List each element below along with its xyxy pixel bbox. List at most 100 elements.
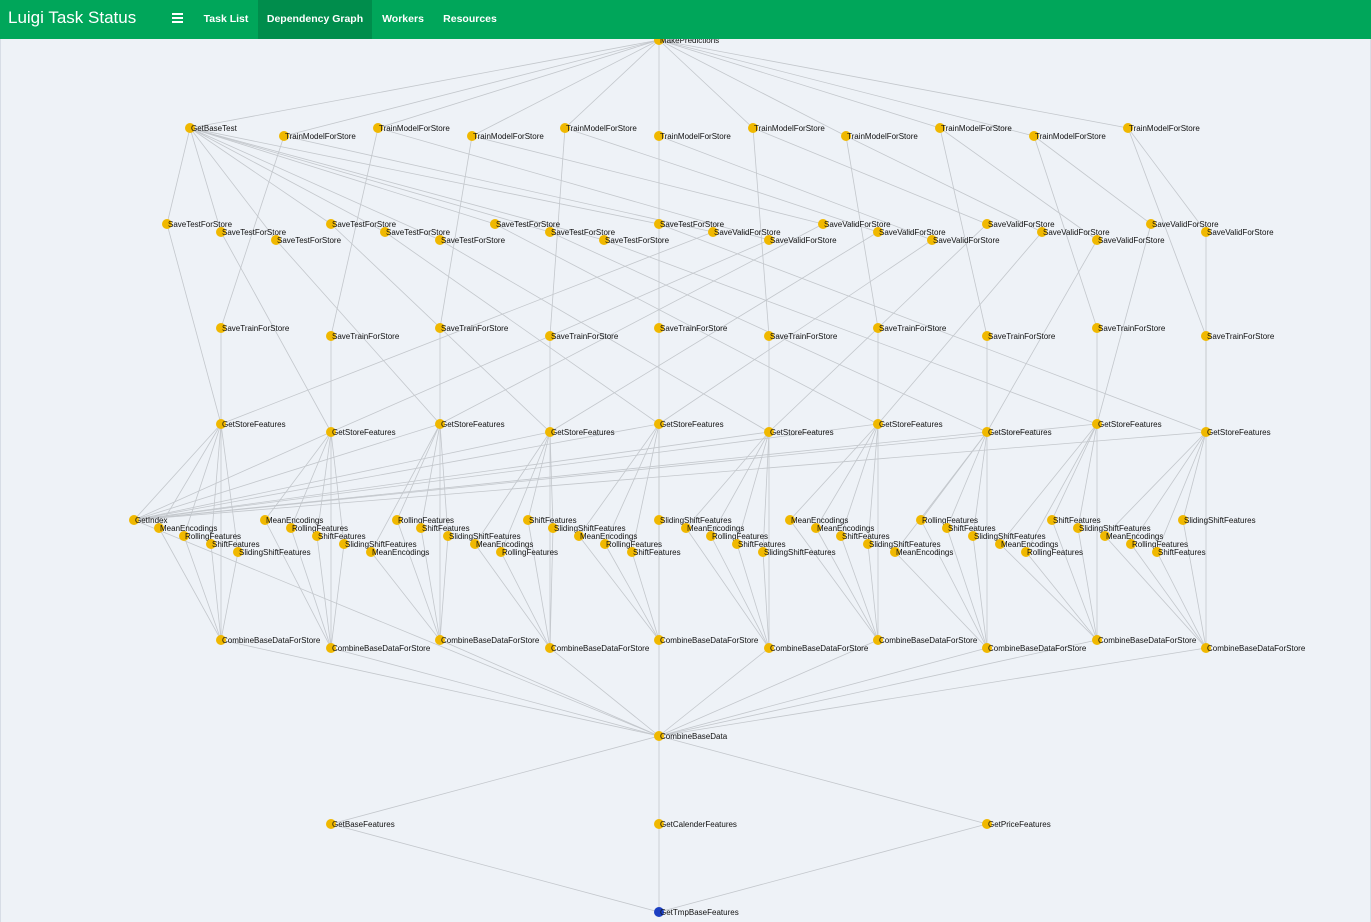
task-node-label[interactable]: TrainModelForStore [1129, 124, 1200, 133]
task-node[interactable]: CombineBaseDataForStore [545, 643, 650, 653]
task-node-label[interactable]: TrainModelForStore [473, 132, 544, 141]
task-node[interactable]: SaveTrainForStore [326, 331, 400, 341]
task-node-label[interactable]: GetStoreFeatures [332, 428, 396, 437]
task-node[interactable]: CombineBaseData [654, 731, 728, 741]
task-node[interactable]: CombineBaseDataForStore [873, 635, 978, 645]
task-node[interactable]: TrainModelForStore [279, 131, 356, 141]
task-node-label[interactable]: CombineBaseDataForStore [222, 636, 321, 645]
task-node[interactable]: TrainModelForStore [373, 123, 450, 133]
task-node[interactable]: TrainModelForStore [467, 131, 544, 141]
task-node-label[interactable]: RollingFeatures [502, 548, 558, 557]
task-node-label[interactable]: SaveTestForStore [441, 236, 506, 245]
task-node-label[interactable]: SaveTrainForStore [879, 324, 947, 333]
task-node[interactable]: SaveTestForStore [435, 235, 506, 245]
task-node-label[interactable]: SlidingShiftFeatures [1184, 516, 1256, 525]
task-node[interactable]: ShiftFeatures [627, 547, 681, 557]
task-node[interactable]: TrainModelForStore [748, 123, 825, 133]
task-node[interactable]: SaveTrainForStore [435, 323, 509, 333]
task-node-label[interactable]: MeanEncodings [896, 548, 953, 557]
hamburger-menu-icon[interactable] [172, 13, 183, 23]
task-node-label[interactable]: GetBaseTest [191, 124, 238, 133]
task-node[interactable]: GetTmpBaseFeatures [654, 907, 739, 917]
task-node[interactable]: SaveTrainForStore [1092, 323, 1166, 333]
task-node-label[interactable]: CombineBaseDataForStore [441, 636, 540, 645]
task-node[interactable]: SaveValidForStore [1092, 235, 1165, 245]
task-node-label[interactable]: GetStoreFeatures [551, 428, 615, 437]
task-node[interactable]: SaveValidForStore [764, 235, 837, 245]
task-node[interactable]: MakePredictions [654, 39, 719, 45]
task-node-label[interactable]: CombineBaseDataForStore [660, 636, 759, 645]
task-node-label[interactable]: SaveValidForStore [1098, 236, 1165, 245]
task-node-label[interactable]: TrainModelForStore [660, 132, 731, 141]
task-node[interactable]: CombineBaseDataForStore [764, 643, 869, 653]
task-node-label[interactable]: SaveTrainForStore [770, 332, 838, 341]
task-node[interactable]: GetStoreFeatures [654, 419, 724, 429]
task-node-label[interactable]: RollingFeatures [1027, 548, 1083, 557]
task-node[interactable]: GetStoreFeatures [1092, 419, 1162, 429]
task-node[interactable]: GetStoreFeatures [545, 427, 615, 437]
task-node-label[interactable]: SaveValidForStore [933, 236, 1000, 245]
task-node-label[interactable]: GetStoreFeatures [879, 420, 943, 429]
tab-resources[interactable]: Resources [436, 0, 504, 39]
task-node-label[interactable]: GetStoreFeatures [222, 420, 286, 429]
task-node-label[interactable]: SaveTrainForStore [441, 324, 509, 333]
task-node[interactable]: SaveValidForStore [927, 235, 1000, 245]
task-node-label[interactable]: GetStoreFeatures [660, 420, 724, 429]
task-node[interactable]: TrainModelForStore [560, 123, 637, 133]
task-node-label[interactable]: GetPriceFeatures [988, 820, 1051, 829]
task-node-label[interactable]: SaveValidForStore [770, 236, 837, 245]
task-node[interactable]: SaveTrainForStore [873, 323, 947, 333]
task-node-label[interactable]: GetStoreFeatures [441, 420, 505, 429]
task-node-label[interactable]: GetStoreFeatures [988, 428, 1052, 437]
task-node-label[interactable]: TrainModelForStore [566, 124, 637, 133]
task-node[interactable]: SaveTrainForStore [764, 331, 838, 341]
task-node[interactable]: TrainModelForStore [841, 131, 918, 141]
tab-task-list[interactable]: Task List [196, 0, 256, 39]
task-node[interactable]: GetPriceFeatures [982, 819, 1051, 829]
task-node[interactable]: SlidingShiftFeatures [1178, 515, 1256, 525]
task-node-label[interactable]: SaveTrainForStore [1207, 332, 1275, 341]
task-node-label[interactable]: SaveTestForStore [277, 236, 342, 245]
task-node-label[interactable]: ShiftFeatures [1158, 548, 1206, 557]
task-node[interactable]: SaveTrainForStore [1201, 331, 1275, 341]
task-node-label[interactable]: SaveValidForStore [1207, 228, 1274, 237]
task-node[interactable]: GetStoreFeatures [435, 419, 505, 429]
task-node[interactable]: RollingFeatures [496, 547, 558, 557]
task-node[interactable]: TrainModelForStore [935, 123, 1012, 133]
task-node[interactable]: MeanEncodings [366, 547, 429, 557]
task-node[interactable]: CombineBaseDataForStore [654, 635, 759, 645]
task-node-label[interactable]: MakePredictions [660, 39, 719, 45]
tab-workers[interactable]: Workers [374, 0, 432, 39]
task-node-label[interactable]: TrainModelForStore [847, 132, 918, 141]
task-node-label[interactable]: SlidingShiftFeatures [239, 548, 311, 557]
task-node[interactable]: CombineBaseDataForStore [1201, 643, 1306, 653]
task-node-label[interactable]: CombineBaseDataForStore [770, 644, 869, 653]
task-node[interactable]: GetStoreFeatures [873, 419, 943, 429]
task-node-label[interactable]: TrainModelForStore [379, 124, 450, 133]
task-node[interactable]: GetCalenderFeatures [654, 819, 737, 829]
task-node[interactable]: CombineBaseDataForStore [1092, 635, 1197, 645]
task-node-label[interactable]: SaveTestForStore [605, 236, 670, 245]
task-node[interactable]: ShiftFeatures [1152, 547, 1206, 557]
task-node[interactable]: GetBaseFeatures [326, 819, 395, 829]
task-node-label[interactable]: CombineBaseDataForStore [1098, 636, 1197, 645]
task-node-label[interactable]: GetTmpBaseFeatures [660, 908, 739, 917]
task-node-label[interactable]: GetCalenderFeatures [660, 820, 737, 829]
task-node-label[interactable]: TrainModelForStore [285, 132, 356, 141]
task-node[interactable]: MeanEncodings [890, 547, 953, 557]
task-node[interactable]: GetBaseTest [185, 123, 238, 133]
task-node-label[interactable]: SaveTrainForStore [332, 332, 400, 341]
task-node-label[interactable]: GetBaseFeatures [332, 820, 395, 829]
task-node-label[interactable]: SaveTrainForStore [551, 332, 619, 341]
task-node-label[interactable]: TrainModelForStore [941, 124, 1012, 133]
task-node[interactable]: TrainModelForStore [1123, 123, 1200, 133]
task-node-label[interactable]: SlidingShiftFeatures [764, 548, 836, 557]
task-node[interactable]: SaveTrainForStore [654, 323, 728, 333]
task-node[interactable]: TrainModelForStore [1029, 131, 1106, 141]
task-node[interactable]: GetStoreFeatures [1201, 427, 1271, 437]
task-node-label[interactable]: CombineBaseData [660, 732, 728, 741]
task-node[interactable]: GetStoreFeatures [982, 427, 1052, 437]
task-node-label[interactable]: CombineBaseDataForStore [1207, 644, 1306, 653]
tab-dependency-graph[interactable]: Dependency Graph [258, 0, 372, 39]
task-node[interactable]: SlidingShiftFeatures [233, 547, 311, 557]
